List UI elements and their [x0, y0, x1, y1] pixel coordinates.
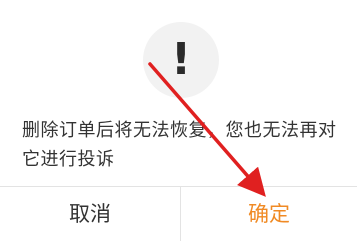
exclamation-icon: !: [170, 34, 192, 85]
confirm-delete-dialog: ! 删除订单后将无法恢复，您也无法再对它进行投诉 取消 确定: [0, 0, 357, 241]
dialog-message: 删除订单后将无法恢复，您也无法再对它进行投诉: [22, 120, 337, 170]
confirm-button[interactable]: 确定: [181, 187, 357, 241]
cancel-button[interactable]: 取消: [0, 187, 180, 241]
alert-icon-circle: !: [143, 22, 219, 98]
